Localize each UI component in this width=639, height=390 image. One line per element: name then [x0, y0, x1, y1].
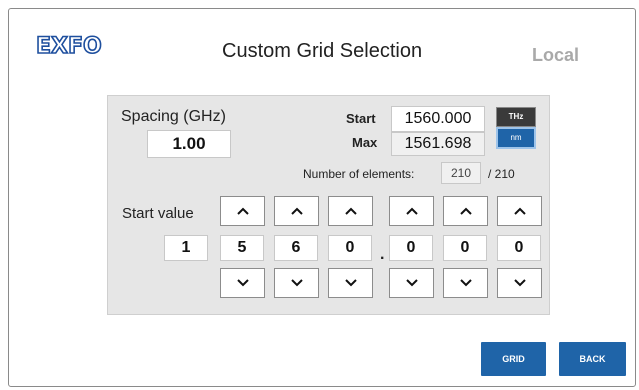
- exfo-logo: EXFO: [35, 33, 102, 60]
- thz-unit-button[interactable]: THz: [496, 107, 536, 127]
- digit-2-field[interactable]: 6: [274, 235, 318, 261]
- page-title: Custom Grid Selection: [222, 40, 423, 62]
- back-button[interactable]: BACK: [559, 342, 626, 376]
- digit-5-field[interactable]: 0: [443, 235, 487, 261]
- elements-total: / 210: [488, 167, 515, 181]
- chevron-down-icon: [405, 279, 418, 287]
- digit-5-down-button[interactable]: [443, 268, 488, 298]
- digit-1-field[interactable]: 5: [220, 235, 264, 261]
- spacing-value-field[interactable]: 1.00: [147, 130, 231, 158]
- nm-unit-button[interactable]: nm: [496, 127, 536, 149]
- chevron-down-icon: [459, 279, 472, 287]
- chevron-down-icon: [344, 279, 357, 287]
- digit-2-down-button[interactable]: [274, 268, 319, 298]
- start-label: Start: [346, 111, 376, 126]
- digit-4-up-button[interactable]: [389, 196, 434, 226]
- digit-4-field[interactable]: 0: [389, 235, 433, 261]
- digit-3-up-button[interactable]: [328, 196, 373, 226]
- mode-indicator: Local: [532, 45, 580, 65]
- digit-1-down-button[interactable]: [220, 268, 265, 298]
- chevron-up-icon: [344, 207, 357, 215]
- start-value-label: Start value: [122, 205, 194, 222]
- chevron-up-icon: [405, 207, 418, 215]
- chevron-down-icon: [513, 279, 526, 287]
- digit-5-up-button[interactable]: [443, 196, 488, 226]
- decimal-separator: .: [380, 246, 385, 263]
- chevron-up-icon: [236, 207, 249, 215]
- grid-button[interactable]: GRID: [481, 342, 546, 376]
- max-label: Max: [352, 135, 378, 150]
- chevron-down-icon: [236, 279, 249, 287]
- chevron-down-icon: [290, 279, 303, 287]
- digit-1-up-button[interactable]: [220, 196, 265, 226]
- elements-label: Number of elements:: [303, 167, 415, 181]
- start-value-field[interactable]: 1560.000: [391, 106, 485, 132]
- digit-6-field[interactable]: 0: [497, 235, 541, 261]
- digit-3-down-button[interactable]: [328, 268, 373, 298]
- digit-4-down-button[interactable]: [389, 268, 434, 298]
- max-value-field: 1561.698: [391, 132, 485, 156]
- digit-2-up-button[interactable]: [274, 196, 319, 226]
- spacing-label: Spacing (GHz): [121, 108, 226, 125]
- digit-0-field[interactable]: 1: [164, 235, 208, 261]
- digit-3-field[interactable]: 0: [328, 235, 372, 261]
- digit-6-up-button[interactable]: [497, 196, 542, 226]
- chevron-up-icon: [459, 207, 472, 215]
- chevron-up-icon: [513, 207, 526, 215]
- digit-6-down-button[interactable]: [497, 268, 542, 298]
- chevron-up-icon: [290, 207, 303, 215]
- elements-value-field: 210: [441, 162, 481, 184]
